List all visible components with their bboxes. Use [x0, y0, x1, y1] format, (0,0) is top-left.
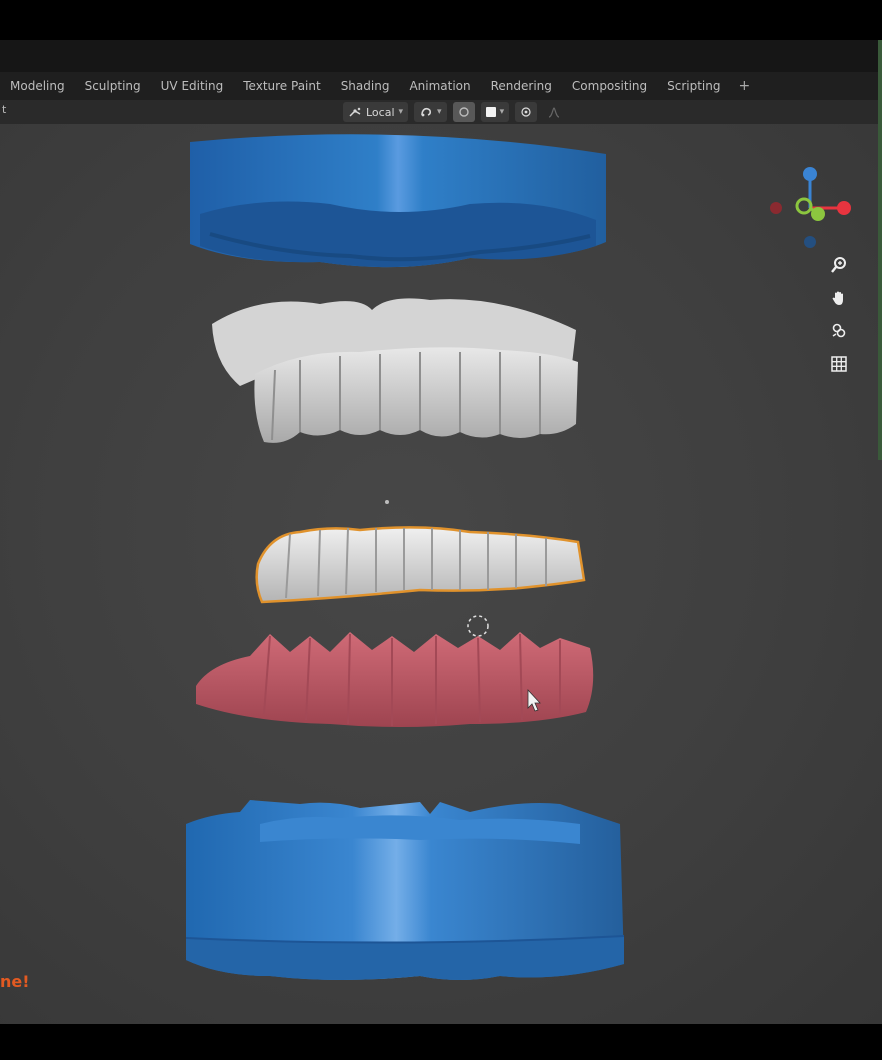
chevron-down-icon: ▾ [398, 107, 404, 117]
zoom-icon [831, 257, 846, 273]
3d-cursor-icon [467, 615, 489, 637]
camera-view-button[interactable] [826, 318, 852, 344]
side-panel-edge [878, 40, 882, 460]
app-window: Modeling Sculpting UV Editing Texture Pa… [0, 0, 882, 1060]
viewport-header: t Local ▾ ▾ ▾ [0, 100, 882, 124]
lower-teeth-selected[interactable] [255, 526, 586, 604]
origin-dot [385, 500, 389, 504]
upper-teeth[interactable] [212, 298, 578, 443]
tab-texture-paint[interactable]: Texture Paint [233, 72, 330, 100]
header-left-label: t [2, 103, 7, 116]
tab-modeling[interactable]: Modeling [0, 72, 75, 100]
tab-compositing[interactable]: Compositing [562, 72, 657, 100]
transform-controls: Local ▾ ▾ ▾ [343, 102, 565, 122]
axis-neg-x-icon[interactable] [770, 202, 782, 214]
snap-icon [421, 107, 432, 117]
snap-element-icon [485, 107, 496, 117]
falloff-icon [548, 107, 560, 118]
upper-mould[interactable] [190, 134, 606, 268]
lower-gum[interactable] [196, 632, 594, 727]
tab-animation[interactable]: Animation [399, 72, 480, 100]
hand-pan-icon [832, 291, 843, 305]
proportional-icon [458, 107, 469, 117]
falloff-dropdown[interactable] [543, 102, 565, 122]
transform-orientation-icon [349, 107, 361, 117]
pivot-point-dropdown[interactable]: ▾ [414, 102, 447, 122]
snap-toggle[interactable] [452, 102, 475, 122]
lower-mould[interactable] [185, 800, 625, 980]
chevron-down-icon: ▾ [499, 107, 505, 117]
tab-rendering[interactable]: Rendering [481, 72, 562, 100]
dental-model-scene [185, 134, 625, 980]
workspace-tabs: Modeling Sculpting UV Editing Texture Pa… [0, 72, 882, 100]
transform-orientation-dropdown[interactable]: Local ▾ [343, 102, 409, 122]
grid-icon [831, 356, 847, 372]
pan-button[interactable] [826, 285, 852, 311]
transform-orientation-label: Local [366, 105, 395, 119]
tab-scripting[interactable]: Scripting [657, 72, 730, 100]
navigation-gizmo[interactable] [762, 160, 858, 256]
proportional-edit-icon [521, 107, 531, 117]
tab-sculpting[interactable]: Sculpting [75, 72, 151, 100]
zoom-button[interactable] [826, 252, 852, 278]
chevron-down-icon: ▾ [437, 107, 442, 117]
axis-neg-z-icon[interactable] [804, 236, 816, 248]
tab-uv-editing[interactable]: UV Editing [151, 72, 234, 100]
bottom-letterbox [0, 1024, 882, 1060]
add-workspace-button[interactable]: + [731, 78, 759, 94]
overlay-caption: ne! [0, 972, 30, 991]
title-bar [0, 40, 882, 72]
axis-y-icon[interactable] [811, 207, 825, 221]
proportional-edit-toggle[interactable] [515, 102, 538, 122]
snap-settings-dropdown[interactable]: ▾ [480, 102, 510, 122]
tab-shading[interactable]: Shading [331, 72, 400, 100]
axis-x-icon[interactable] [837, 201, 851, 215]
camera-icon [832, 323, 846, 338]
toggle-ortho-button[interactable] [826, 351, 852, 377]
axis-z-icon[interactable] [803, 167, 817, 181]
3d-viewport[interactable]: ne! [0, 124, 882, 1024]
